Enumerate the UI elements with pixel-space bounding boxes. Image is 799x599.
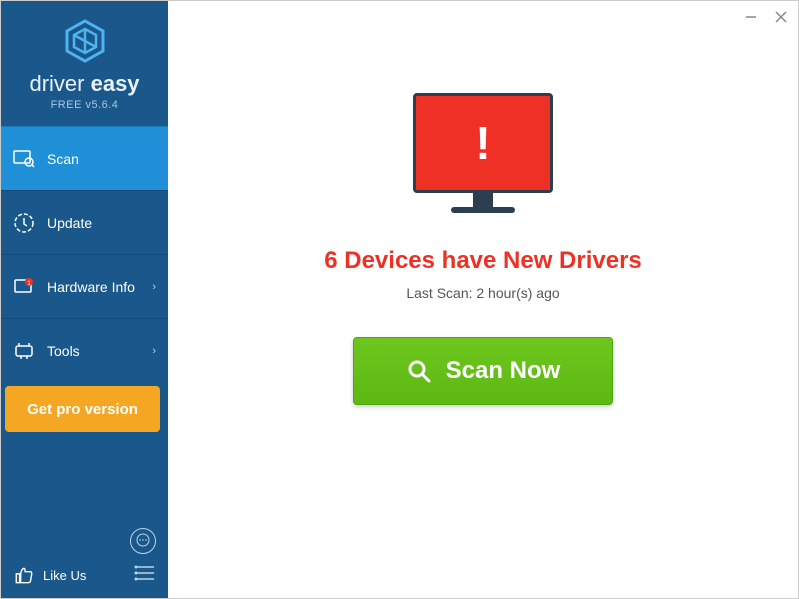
alert-monitor-illustration: ! xyxy=(411,93,556,223)
scan-now-label: Scan Now xyxy=(446,357,561,385)
minimize-button[interactable] xyxy=(740,6,762,28)
logo-area: driver easy FREE v5.6.4 xyxy=(1,1,168,126)
like-us-button[interactable]: Like Us xyxy=(13,564,86,586)
tools-icon xyxy=(13,340,35,362)
monitor-screen: ! xyxy=(413,93,553,193)
sidebar: driver easy FREE v5.6.4 Scan Update 1 Ha… xyxy=(1,1,168,598)
brand-name: driver easy xyxy=(29,71,139,97)
version-label: FREE v5.6.4 xyxy=(51,99,119,111)
scan-now-button[interactable]: Scan Now xyxy=(353,337,613,405)
sidebar-item-label: Scan xyxy=(47,151,79,167)
content-area: ! 6 Devices have New Drivers Last Scan: … xyxy=(168,33,798,598)
titlebar xyxy=(168,1,798,33)
thumbs-up-icon xyxy=(13,564,35,586)
last-scan-text: Last Scan: 2 hour(s) ago xyxy=(406,285,559,301)
monitor-stand xyxy=(473,193,493,207)
like-us-label: Like Us xyxy=(43,568,86,583)
monitor-base xyxy=(451,207,515,213)
chevron-right-icon: › xyxy=(152,281,156,293)
main-panel: ! 6 Devices have New Drivers Last Scan: … xyxy=(168,1,798,598)
logo-icon xyxy=(61,17,109,65)
sidebar-item-hardware-info[interactable]: 1 Hardware Info › xyxy=(1,254,168,318)
headline-text: 6 Devices have New Drivers xyxy=(324,247,642,275)
sidebar-item-scan[interactable]: Scan xyxy=(1,126,168,190)
feedback-icon[interactable] xyxy=(130,528,156,554)
hardware-icon: 1 xyxy=(13,276,35,298)
sidebar-item-tools[interactable]: Tools › xyxy=(1,318,168,382)
sidebar-item-update[interactable]: Update xyxy=(1,190,168,254)
sidebar-bottom: Like Us xyxy=(1,520,168,598)
search-icon xyxy=(406,358,432,384)
exclamation-icon: ! xyxy=(475,116,490,170)
chevron-right-icon: › xyxy=(152,345,156,357)
scan-icon xyxy=(13,148,35,170)
sidebar-item-label: Update xyxy=(47,215,92,231)
promo-label: Get pro version xyxy=(27,401,138,418)
menu-icon[interactable] xyxy=(134,565,156,586)
get-pro-button[interactable]: Get pro version xyxy=(5,386,160,432)
sidebar-item-label: Tools xyxy=(47,343,80,359)
sidebar-item-label: Hardware Info xyxy=(47,279,135,295)
close-button[interactable] xyxy=(770,6,792,28)
update-icon xyxy=(13,212,35,234)
